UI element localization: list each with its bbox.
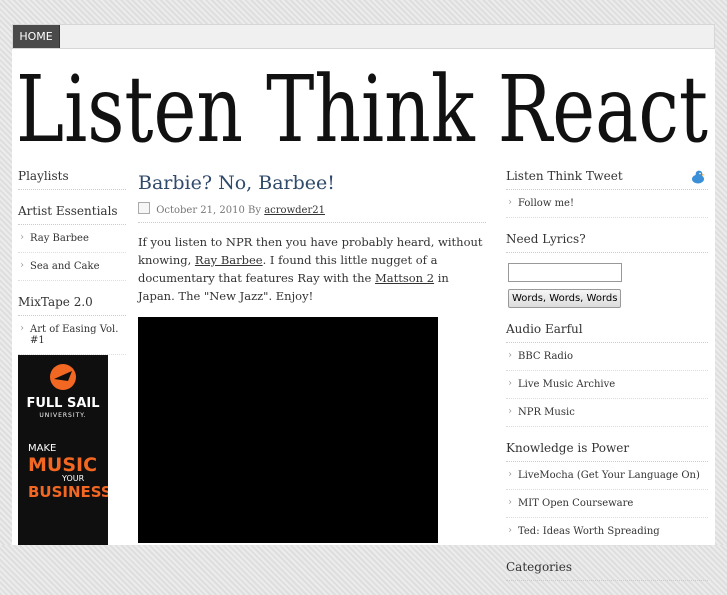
mixtape-title: MixTape 2.0 <box>18 295 126 316</box>
mattson-2-link[interactable]: Mattson 2 <box>375 271 434 285</box>
audio-item[interactable]: BBC Radio <box>506 343 708 371</box>
post-title[interactable]: Barbie? No, Barbee! <box>138 169 486 194</box>
knowledge-item[interactable]: MIT Open Courseware <box>506 490 708 518</box>
calendar-icon <box>138 202 150 214</box>
ad-line1: FULL SAIL <box>26 396 99 411</box>
knowledge-item[interactable]: LiveMocha (Get Your Language On) <box>506 462 708 490</box>
ad-line4: MUSIC <box>28 454 97 476</box>
page-content: Listen Think React Playlists Artist Esse… <box>12 49 715 581</box>
audio-title: Audio Earful <box>506 322 708 343</box>
left-sidebar: Playlists Artist Essentials Ray Barbee S… <box>18 169 126 545</box>
ad-line5: YOUR <box>61 474 85 483</box>
ad-line6: BUSINESS <box>28 483 108 501</box>
nav-home-link[interactable]: HOME <box>13 25 60 48</box>
tweet-follow-link[interactable]: Follow me! <box>506 190 708 218</box>
video-embed[interactable] <box>138 317 438 543</box>
site-title: Listen Think React <box>16 56 708 161</box>
artist-essentials-title: Artist Essentials <box>18 204 126 225</box>
artist-item[interactable]: Ray Barbee <box>18 225 126 253</box>
post-meta: October 21, 2010 By acrowder21 <box>138 202 486 223</box>
top-nav: HOME <box>12 24 715 49</box>
site-logo[interactable]: Listen Think React <box>16 51 712 161</box>
playlists-title: Playlists <box>18 169 126 190</box>
ad-line3: MAKE <box>28 443 56 454</box>
post-body: If you listen to NPR then you have proba… <box>138 233 486 543</box>
main-post: Barbie? No, Barbee! October 21, 2010 By … <box>138 169 486 543</box>
knowledge-title: Knowledge is Power <box>506 441 708 462</box>
lyrics-title: Need Lyrics? <box>506 232 708 253</box>
lyrics-search-button[interactable]: Words, Words, Words <box>508 289 622 308</box>
post-author-link[interactable]: acrowder21 <box>264 205 325 216</box>
knowledge-item[interactable]: Ted: Ideas Worth Spreading <box>506 518 708 546</box>
tweet-title: Listen Think Tweet <box>506 169 708 190</box>
lyrics-search-input[interactable] <box>508 263 622 282</box>
post-date: October 21, 2010 <box>156 205 245 216</box>
audio-item[interactable]: Live Music Archive <box>506 371 708 399</box>
audio-item[interactable]: NPR Music <box>506 399 708 427</box>
post-by: By <box>248 205 262 216</box>
right-sidebar: Listen Think Tweet Follow me! Need Lyric… <box>506 169 708 595</box>
categories-title: Categories <box>506 560 708 581</box>
mixtape-item[interactable]: Art of Easing Vol. #1 <box>18 316 126 355</box>
ray-barbee-link[interactable]: Ray Barbee <box>195 253 263 267</box>
twitter-bird-icon[interactable] <box>690 169 706 185</box>
full-sail-ad[interactable]: FULL SAIL UNIVERSITY. MAKE MUSIC YOUR BU… <box>18 355 112 545</box>
post-paragraph: If you listen to NPR then you have proba… <box>138 233 486 305</box>
artist-item[interactable]: Sea and Cake <box>18 253 126 281</box>
ad-line2: UNIVERSITY. <box>39 412 86 419</box>
